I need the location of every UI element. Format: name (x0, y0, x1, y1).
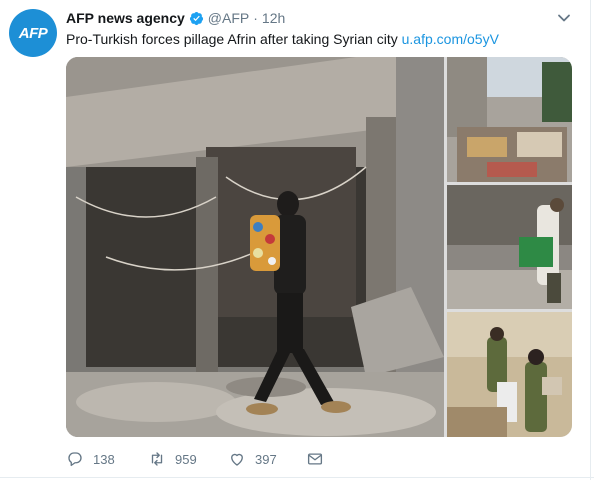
avatar-logo-text: AFP (18, 24, 48, 42)
photo-top-right-image (447, 57, 572, 182)
tweet-timestamp[interactable]: 12h (262, 10, 285, 26)
retweet-button[interactable]: 959 (148, 448, 228, 470)
like-icon (231, 453, 243, 466)
like-button[interactable]: 397 (228, 448, 308, 470)
like-count: 397 (255, 451, 277, 467)
photo-bottom-right[interactable] (447, 312, 572, 437)
tweet-header: AFP news agency @AFP · 12h (66, 8, 285, 28)
retweet-icon (151, 452, 163, 466)
direct-message-icon (307, 453, 323, 465)
tweet-body: Pro-Turkish forces pillage Afrin after t… (66, 31, 398, 47)
avatar[interactable]: AFP (9, 9, 57, 57)
media-grid (66, 57, 572, 437)
photo-bottom-right-image (447, 312, 572, 437)
tweet-text: Pro-Turkish forces pillage Afrin after t… (66, 30, 499, 48)
photo-main[interactable] (66, 57, 444, 437)
photo-middle-right[interactable] (447, 185, 572, 309)
retweet-count: 959 (175, 451, 197, 467)
caret-down-icon[interactable] (556, 10, 572, 26)
tweet-card[interactable]: AFP AFP news agency @AFP · 12h Pro-Turki… (0, 0, 594, 480)
verified-badge-icon (189, 11, 203, 25)
bottom-divider (0, 477, 594, 478)
photo-middle-right-image (447, 185, 572, 309)
separator-dot: · (253, 10, 258, 26)
photo-main-image (66, 57, 444, 437)
author-name[interactable]: AFP news agency (66, 10, 185, 26)
reply-icon (68, 452, 82, 467)
tweet-link[interactable]: u.afp.com/o5yV (402, 31, 499, 47)
author-handle[interactable]: @AFP (208, 10, 249, 26)
direct-message-button[interactable] (306, 448, 336, 470)
right-divider (590, 0, 591, 480)
reply-count: 138 (93, 451, 115, 467)
reply-button[interactable]: 138 (66, 448, 146, 470)
photo-top-right[interactable] (447, 57, 572, 182)
